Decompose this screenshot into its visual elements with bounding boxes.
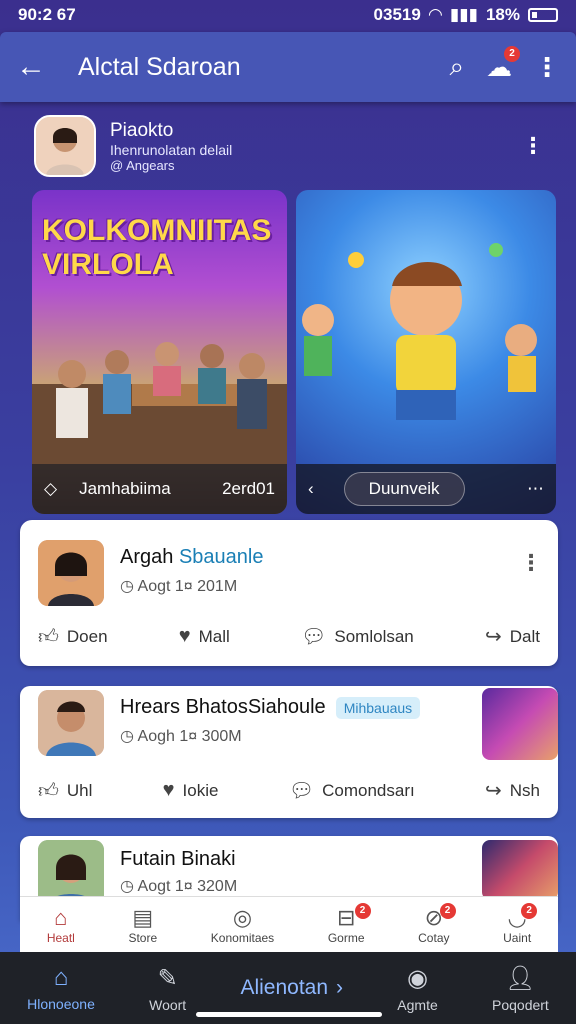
post-author: Futain Binaki [120, 848, 236, 870]
compass-icon: ◉ [407, 964, 428, 992]
nav-agmte[interactable]: ◉ Agmte [397, 964, 437, 1013]
status-bar: 90:2 67 03519 ◠ ▮▮▮ 18% [0, 0, 576, 30]
chevron-right-icon: › [336, 976, 344, 999]
profile-header: Piaokto Ihenrunolatan delail @ Angears ⋮ [34, 114, 544, 178]
home-icon: ⌂ [53, 964, 69, 991]
promo-more-icon[interactable]: ⋯ [527, 479, 544, 499]
share-button[interactable]: ↪ Nsh [485, 778, 540, 803]
heart-icon: ♥ [178, 625, 191, 647]
post-thumbnail[interactable] [482, 688, 558, 760]
person-icon: 👤︎ [505, 964, 536, 992]
poster-count: 2erd01 [222, 479, 275, 498]
profile-avatar[interactable] [34, 115, 96, 177]
post-time: ◷ Aogt 1¤ 201M [120, 578, 238, 595]
game-icon: ⊟ [336, 905, 356, 930]
home-icon: ⌂ [54, 905, 68, 930]
profile-name: Piaokto [110, 119, 174, 141]
post-avatar[interactable] [38, 540, 104, 606]
chevron-left-icon[interactable]: ‹ [308, 479, 314, 499]
like-button[interactable]: 👍︎ Doen [38, 624, 108, 649]
wifi-icon: ◠ [428, 5, 442, 24]
tab-gifts[interactable]: ⊘ 2 Cotay [418, 897, 456, 953]
tab-communities[interactable]: ◎ Konomitaes [211, 897, 274, 953]
tab-badge: 2 [521, 903, 538, 919]
group-photo-image [32, 342, 287, 464]
nav-center-button[interactable]: Alienotan › [240, 976, 343, 1000]
nav-home[interactable]: ⌂ Hlonoeone [27, 964, 95, 1012]
comment-button[interactable]: 💬︎ Comondsarı [289, 778, 415, 803]
nav-profile[interactable]: 👤︎ Poqodert [492, 964, 549, 1013]
back-arrow-icon[interactable]: ← [16, 50, 62, 84]
store-icon: ▤ [132, 905, 154, 930]
comment-icon: 💬︎ [288, 780, 315, 802]
heart-icon: ♥ [162, 779, 175, 801]
thumbs-up-icon: 👍︎ [38, 625, 59, 648]
poster-title: KOLKOMNIITAS VIRLOLA [42, 214, 272, 281]
notification-badge: 2 [504, 45, 520, 62]
post-actions: 👍︎ Uhl ♥ Iokie 💬︎ Comondsarı ↪ Nsh [38, 778, 540, 803]
post-time: ◷ Aogt 1¤ 320M [120, 878, 238, 895]
post-author: Hrears BhatosSiahoule Mihbauaus [120, 696, 421, 719]
game-promo-card[interactable]: ‹ Duunveik ⋯ [296, 190, 556, 514]
post-time: ◷ Aogh 1¤ 300M [120, 728, 242, 745]
signal-icon: ▮▮▮ [449, 5, 478, 24]
post-card[interactable]: Hrears BhatosSiahoule Mihbauaus ◷ Aogh 1¤… [20, 686, 558, 818]
section-tab-bar: ⌂ Heatl ▤ Store ◎ Konomitaes ⊟ 2 Gorme ⊘ 2 Cota… [20, 896, 558, 953]
edit-icon: ✎ [157, 964, 178, 992]
share-icon: ↪ [484, 626, 502, 648]
tag-icon[interactable]: ◇ [44, 479, 57, 499]
poster-caption-bar: ◇ Jamhabiima 2erd01 [32, 464, 287, 514]
tab-home[interactable]: ⌂ Heatl [47, 897, 75, 953]
comment-button[interactable]: 💬︎ Somlolsan [301, 624, 414, 649]
tab-games[interactable]: ⊟ 2 Gorme [328, 897, 371, 953]
post-author-highlight: Sbauanle [178, 546, 264, 568]
post-feed-sheet: Argah Sbauanle ◷ Aogt 1¤ 201M ⋮ 👍︎ Doen ♥… [20, 520, 558, 950]
battery-text: 18% [485, 5, 520, 24]
battery-icon [528, 8, 558, 22]
tab-badge: 2 [354, 903, 371, 919]
poster-caption: Jamhabiima [79, 479, 171, 498]
app-bar: ← Alctal Sdaroan ⌕ ☁ 2 ⋮ [0, 32, 576, 102]
post-actions: 👍︎ Doen ♥ Mall 💬︎ Somlolsan ↪ Dalt [38, 624, 540, 649]
promo-action-bar: ‹ Duunveik ⋯ [296, 464, 556, 514]
share-button[interactable]: ↪ Dalt [485, 624, 540, 649]
post-thumbnail[interactable] [482, 840, 558, 900]
post-card[interactable]: Argah Sbauanle ◷ Aogt 1¤ 201M ⋮ 👍︎ Doen ♥… [20, 520, 558, 666]
status-right-text: 03519 [373, 5, 421, 24]
notifications-icon[interactable]: ☁ 2 [486, 45, 520, 83]
more-options-icon[interactable]: ⋮ [534, 52, 560, 83]
verified-tag: Mihbauaus [335, 696, 421, 719]
home-indicator[interactable] [196, 1012, 382, 1017]
cartoon-hero-image [302, 243, 537, 420]
share-icon: ↪ [484, 780, 502, 802]
nav-woot[interactable]: ✎ Woort [149, 964, 186, 1013]
promo-button[interactable]: Duunveik [343, 472, 465, 506]
profile-more-icon[interactable]: ⋮ [522, 133, 544, 159]
like-button[interactable]: 👍︎ Uhl [38, 778, 92, 803]
post-more-icon[interactable]: ⋮ [520, 550, 542, 576]
app-title: Alctal Sdaroan [78, 52, 241, 81]
comment-icon: 💬︎ [301, 626, 327, 648]
post-avatar[interactable] [38, 690, 104, 756]
tab-user[interactable]: ◡ 2 Uaint [503, 897, 538, 953]
thumbs-up-icon: 👍︎ [38, 779, 59, 802]
post-author: Argah Sbauanle [120, 546, 264, 568]
chat-icon: ◎ [232, 905, 253, 930]
tab-store[interactable]: ▤ Store [128, 897, 157, 953]
profile-subtitle: @ Angears [110, 157, 175, 173]
love-button[interactable]: ♥ Iokie [163, 778, 219, 803]
love-button[interactable]: ♥ Mall [179, 624, 230, 649]
tab-badge: 2 [439, 903, 456, 919]
search-icon[interactable]: ⌕ [449, 51, 464, 83]
community-poster-card[interactable]: KOLKOMNIITAS VIRLOLA ◇ Jamhabiima 2erd01 [32, 190, 287, 514]
status-time: 90:2 67 [18, 5, 76, 24]
profile-description: Ihenrunolatan delail [110, 141, 233, 158]
